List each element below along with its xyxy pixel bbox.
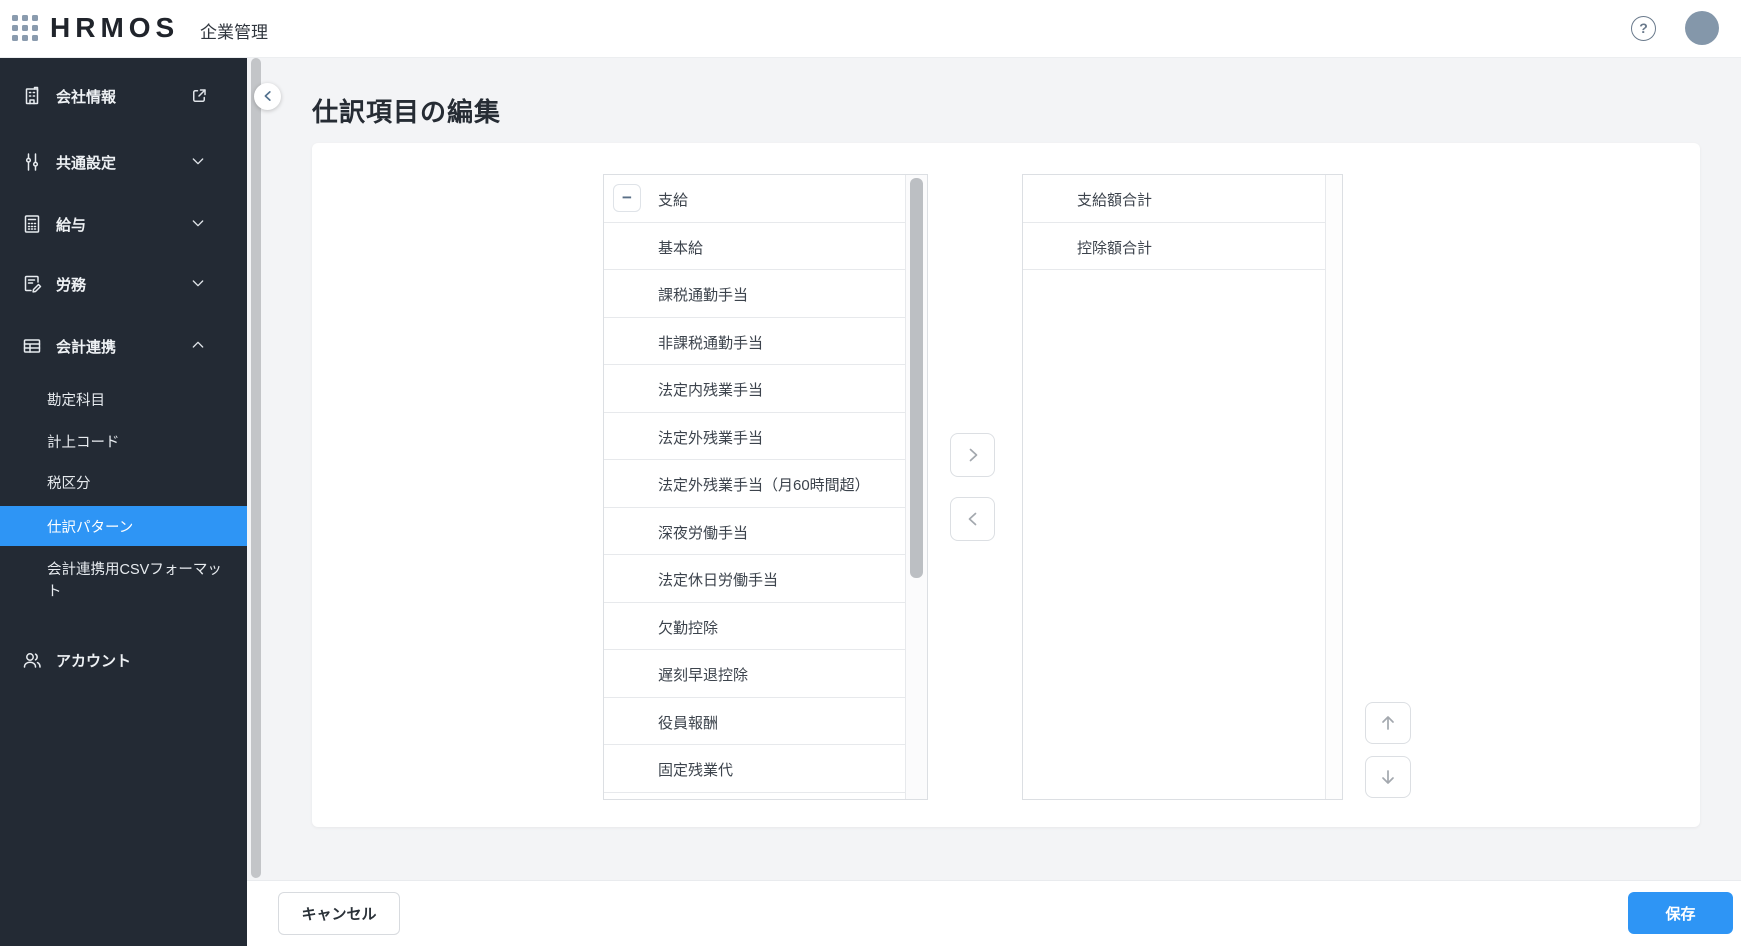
sidebar-item-account[interactable]: アカウント [0,638,247,682]
selected-list: 支給額合計 控除額合計 [1022,174,1343,800]
document-pen-icon [21,273,43,295]
external-link-icon [190,87,208,105]
sidebar-item-label: 給与 [56,217,87,234]
sidebar-item-label: 共通設定 [56,155,117,172]
move-up-button[interactable] [1365,702,1411,744]
help-icon[interactable]: ? [1631,16,1656,41]
source-list-rows: − 支給 基本給 課税通勤手当 非課税通勤手当 法定内残業手当 法定外残業手当 … [604,175,906,799]
footer-bar [247,880,1741,946]
sidebar-item-label: 会社情報 [56,89,117,106]
chevron-left-icon [264,91,271,101]
selected-list-scrollbar-track [1326,175,1342,799]
cancel-button[interactable]: キャンセル [278,892,400,935]
source-list-scrollbar-track [906,175,927,799]
move-right-button[interactable] [950,433,995,477]
list-item [604,793,905,800]
sidebar-item-label: 会計連携 [56,339,117,356]
top-header: HRMOS 企業管理 ? [0,0,1741,58]
list-item[interactable]: 固定残業代 [604,745,905,793]
chevron-right-icon [969,448,977,462]
arrow-up-icon [1382,716,1394,730]
table-icon [21,335,43,357]
list-item-group[interactable]: − 支給 [604,175,905,223]
sidebar-item-label: アカウント [56,653,132,670]
list-item[interactable]: 課税通勤手当 [604,270,905,318]
sidebar-item-payroll[interactable]: 給与 [0,202,247,246]
app-grid-icon[interactable] [12,15,39,42]
list-item[interactable]: 深夜労働手当 [604,508,905,555]
building-icon [21,85,43,107]
list-item[interactable]: 控除額合計 [1023,223,1325,270]
list-item[interactable]: 非課税通勤手当 [604,318,905,365]
list-item[interactable]: 欠勤控除 [604,603,905,650]
edit-panel-card [312,143,1700,827]
sidebar-item-label: 労務 [56,277,87,294]
sidebar-item-company-info[interactable]: 会社情報 [0,74,247,118]
sidebar-item-csv-format[interactable]: 会計連携用CSVフォーマット [0,556,247,606]
sliders-icon [21,151,43,173]
page-title: 仕訳項目の編集 [312,97,502,127]
sidebar-collapse-button[interactable] [254,83,281,110]
chevron-left-icon [968,512,976,526]
sidebar-item-account-titles[interactable]: 勘定科目 [0,379,247,419]
logo: HRMOS [50,12,180,43]
sidebar-item-common-settings[interactable]: 共通設定 [0,140,247,184]
sidebar-item-posting-code[interactable]: 計上コード [0,421,247,461]
list-item[interactable]: 法定外残業手当 [604,413,905,460]
move-down-button[interactable] [1365,756,1411,798]
list-item[interactable]: 法定外残業手当（月60時間超） [604,460,905,508]
content-scrollbar[interactable] [251,58,261,878]
calculator-icon [21,213,43,235]
users-icon [21,649,43,671]
sidebar-item-tax-category[interactable]: 税区分 [0,462,247,502]
list-item[interactable]: 遅刻早退控除 [604,650,905,698]
arrow-down-icon [1382,770,1394,784]
chevron-down-icon [190,275,208,293]
chevron-down-icon [190,153,208,171]
list-item[interactable]: 法定内残業手当 [604,365,905,413]
sidebar: 会社情報 共通設定 給与 労務 会計連携 勘定科目 計上コード 税区分 仕訳パタ… [0,58,247,946]
sidebar-item-accounting-link[interactable]: 会計連携 [0,324,247,368]
list-item[interactable]: 法定休日労働手当 [604,555,905,603]
list-item[interactable]: 支給額合計 [1023,175,1325,223]
minus-icon: − [622,188,632,207]
source-list: − 支給 基本給 課税通勤手当 非課税通勤手当 法定内残業手当 法定外残業手当 … [603,174,928,800]
avatar[interactable] [1685,11,1719,45]
product-name: 企業管理 [200,23,268,42]
selected-list-rows: 支給額合計 控除額合計 [1023,175,1326,799]
sidebar-item-labor[interactable]: 労務 [0,262,247,306]
save-button[interactable]: 保存 [1628,892,1733,934]
list-item[interactable]: 役員報酬 [604,698,905,745]
sidebar-item-journal-pattern[interactable]: 仕訳パターン [0,506,247,546]
chevron-down-icon [190,215,208,233]
list-item[interactable]: 基本給 [604,223,905,270]
source-list-scrollbar-thumb[interactable] [910,178,923,578]
move-left-button[interactable] [950,497,995,541]
collapse-group-button[interactable]: − [613,184,641,212]
chevron-up-icon [190,337,208,355]
